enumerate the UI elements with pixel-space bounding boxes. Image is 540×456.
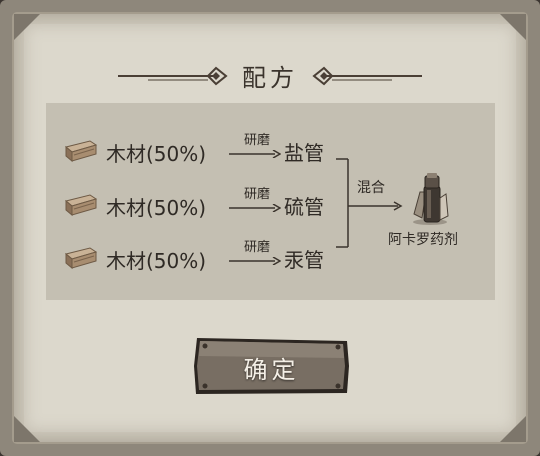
product-label: 硫管 (284, 195, 324, 219)
combine-label: 混合 (357, 180, 385, 196)
product-label: 汞管 (284, 248, 324, 272)
result-item-name: 阿卡罗药剂 (388, 232, 458, 248)
process-label: 研磨 (243, 240, 270, 255)
wood-plank-icon (64, 140, 98, 163)
arrow-right-icon (229, 150, 281, 158)
material-label: 木材(50%) (106, 142, 207, 166)
confirm-button-label: 确定 (243, 356, 300, 384)
wood-plank-icon (64, 194, 98, 217)
confirm-button[interactable]: 确定 (193, 336, 350, 396)
process-label: 研磨 (243, 187, 270, 202)
process-label: 研磨 (243, 133, 270, 148)
material-label: 木材(50%) (106, 196, 207, 220)
dialog-title: 配方 (242, 64, 298, 92)
product-label: 盐管 (284, 141, 324, 165)
arrow-right-icon (229, 204, 281, 212)
potion-vial-icon (413, 173, 449, 225)
material-label: 木材(50%) (106, 249, 207, 273)
title-right-ornament (312, 66, 422, 86)
wood-plank-icon (64, 247, 98, 270)
arrow-right-icon (229, 257, 281, 265)
